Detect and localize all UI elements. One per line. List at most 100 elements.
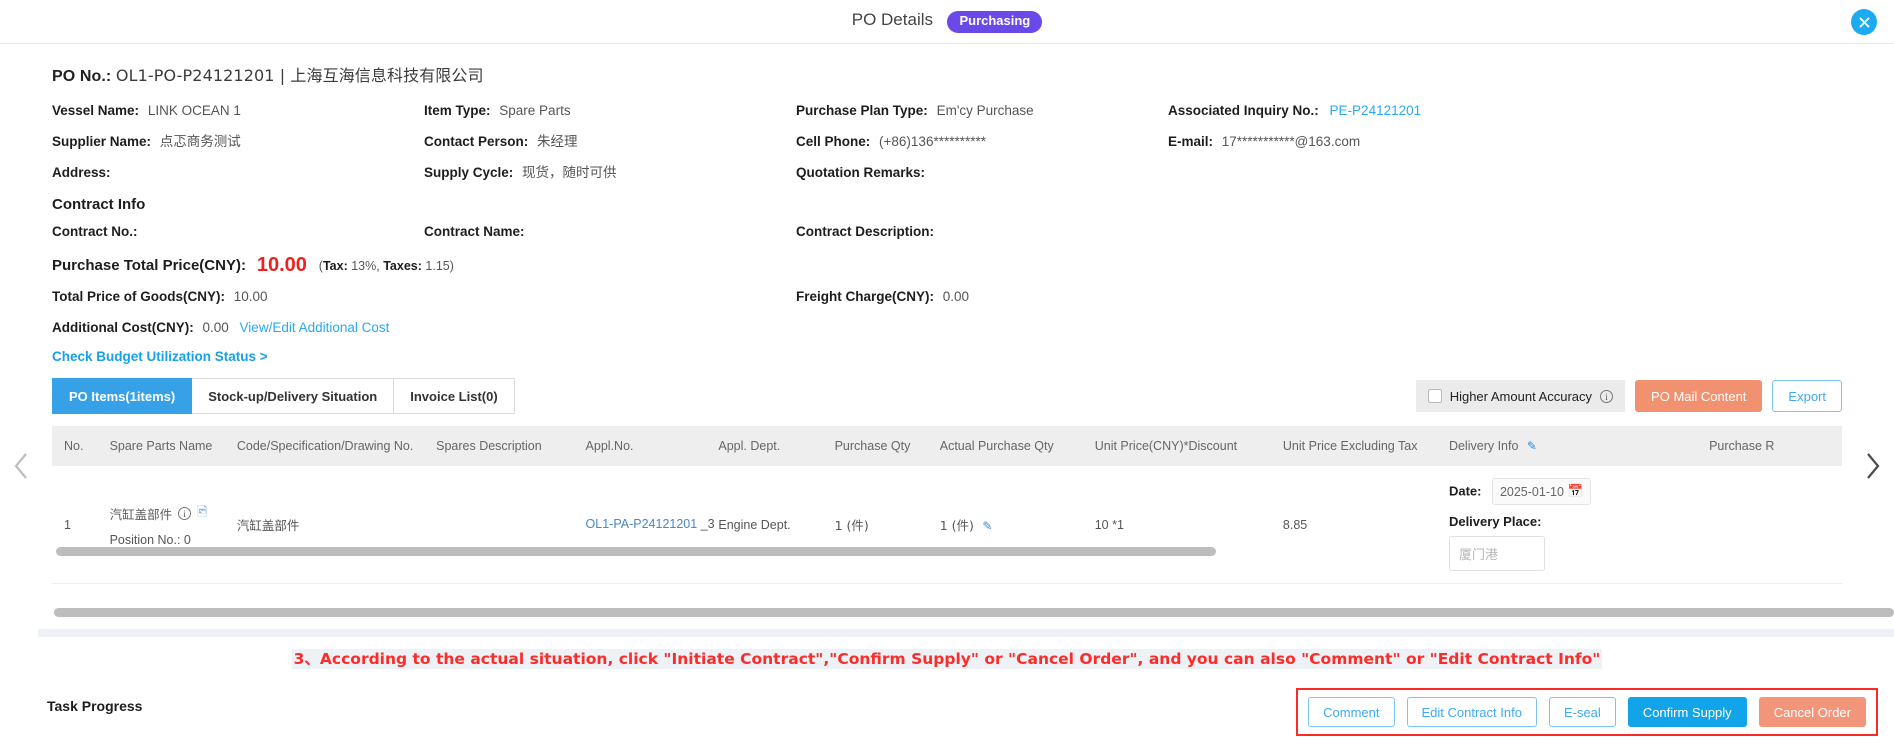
cell-appl-dept: Engine Dept.: [718, 466, 835, 584]
tax-value: 13%,: [351, 259, 380, 273]
field-label: Freight Charge(CNY):: [796, 289, 934, 304]
check-budget-utilization-link[interactable]: Check Budget Utilization Status >: [52, 349, 1842, 364]
col-delivery-info: Delivery Info ✎: [1448, 426, 1710, 466]
field-value: 0.00: [202, 320, 229, 335]
field-label: Contract Name:: [424, 224, 525, 239]
edit-pencil-icon[interactable]: ✎: [982, 519, 992, 533]
field-address: Address:: [52, 162, 424, 184]
tax-detail: (Tax: 13%, Taxes: 1.15): [318, 259, 454, 273]
status-badge: Purchasing: [947, 11, 1043, 33]
field-label: Total Price of Goods(CNY):: [52, 289, 226, 304]
cell-no: 1: [52, 466, 110, 584]
calendar-icon[interactable]: 📅: [1568, 484, 1584, 499]
tab-list: PO Items(1items) Stock-up/Delivery Situa…: [52, 378, 515, 414]
position-no-label: Position No.:: [109, 532, 181, 547]
comment-button[interactable]: Comment: [1308, 697, 1395, 727]
purchase-total-price-value: 10.00: [256, 254, 307, 276]
tab-po-items[interactable]: PO Items(1items): [52, 378, 193, 414]
cell-actual-purchase-qty: 1 (件) ✎: [939, 466, 1095, 584]
field-label: E-mail:: [1168, 134, 1214, 149]
tab-stockup-delivery-situation[interactable]: Stock-up/Delivery Situation: [192, 378, 395, 414]
col-code-spec-drawing-no: Code/Specification/Drawing No.: [236, 426, 437, 466]
edit-contract-info-button[interactable]: Edit Contract Info: [1406, 697, 1537, 727]
annotation-label: 3、According to the actual situation, cli…: [291, 649, 1603, 669]
position-no-line: Position No.: 0: [110, 533, 237, 547]
next-record-button[interactable]: [1858, 444, 1888, 488]
spare-parts-name-line: 汽缸盖部件 i 🖻: [110, 503, 237, 525]
field-value: 点忑商务测试: [159, 134, 241, 150]
chevron-right-icon: [1867, 453, 1880, 479]
image-icon[interactable]: 🖻: [197, 503, 207, 525]
field-value: 17***********@163.com: [1221, 134, 1361, 149]
contract-info-title: Contract Info: [52, 196, 146, 213]
field-spacer: [1168, 162, 1842, 184]
po-number-label: PO No.:: [52, 68, 112, 85]
field-email: E-mail: 17***********@163.com: [1168, 131, 1842, 153]
confirm-supply-button[interactable]: Confirm Supply: [1627, 697, 1747, 727]
sub-price-grid: Total Price of Goods(CNY): 10.00 Freight…: [52, 286, 1842, 308]
field-value: Spare Parts: [499, 103, 571, 118]
field-purchase-plan-type: Purchase Plan Type: Em'cy Purchase: [796, 100, 1168, 122]
contract-grid: Contract No.: Contract Name: Contract De…: [52, 221, 1842, 243]
close-button[interactable]: [1851, 9, 1877, 35]
field-contact-person: Contact Person: 朱经理: [424, 131, 796, 153]
info-circle-icon[interactable]: i: [178, 507, 192, 520]
edit-pencil-icon[interactable]: ✎: [1527, 439, 1537, 453]
higher-amount-accuracy-label: Higher Amount Accuracy: [1449, 388, 1593, 404]
field-value: (+86)136**********: [879, 134, 986, 149]
field-cell-phone: Cell Phone: (+86)136**********: [796, 131, 1168, 153]
footer-separator: [38, 629, 1894, 637]
spare-parts-name-value: 汽缸盖部件: [109, 507, 173, 522]
field-label: Supplier Name:: [52, 134, 152, 149]
delivery-date-value: 2025-01-10: [1499, 484, 1564, 499]
task-progress-label: Task Progress: [47, 698, 143, 714]
delivery-place-input[interactable]: 厦门港: [1448, 536, 1545, 571]
field-label: Associated Inquiry No.:: [1168, 103, 1319, 118]
table-horizontal-scrollbar[interactable]: [56, 547, 1216, 556]
delivery-date-label: Date:: [1448, 483, 1482, 499]
table-row[interactable]: 1 汽缸盖部件 i 🖻 Position No.: 0 汽缸盖部件 OL1-PA…: [52, 466, 1842, 584]
tab-invoice-list[interactable]: Invoice List(0): [394, 378, 515, 414]
col-spares-description: Spares Description: [436, 426, 586, 466]
col-purchase-remarks: Purchase R: [1709, 426, 1842, 466]
appl-no-link[interactable]: OL1-PA-P24121201: [586, 517, 698, 531]
annotation-text: 3、According to the actual situation, cli…: [0, 647, 1894, 669]
field-value: Em'cy Purchase: [936, 103, 1034, 118]
page-title: PO Details: [851, 10, 933, 30]
field-additional-cost: Additional Cost(CNY): 0.00 View/Edit Add…: [52, 317, 1842, 339]
col-actual-purchase-qty: Actual Purchase Qty: [939, 426, 1095, 466]
field-item-type: Item Type: Spare Parts: [424, 100, 796, 122]
col-no: No.: [52, 426, 110, 466]
position-no-value: 0: [183, 532, 191, 547]
info-circle-icon[interactable]: i: [1600, 389, 1614, 403]
higher-amount-accuracy-checkbox[interactable]: [1427, 389, 1442, 403]
appl-no-suffix: _3: [700, 517, 715, 531]
field-label: Contract Description:: [796, 224, 935, 239]
view-edit-additional-cost-link[interactable]: View/Edit Additional Cost: [240, 320, 390, 335]
field-label: Cell Phone:: [796, 134, 871, 149]
tabs-toolbar-row: PO Items(1items) Stock-up/Delivery Situa…: [52, 378, 1842, 414]
field-freight-charge: Freight Charge(CNY): 0.00: [796, 286, 1842, 308]
higher-amount-accuracy-toggle[interactable]: Higher Amount Accuracy i: [1415, 380, 1626, 412]
associated-inquiry-link[interactable]: PE-P24121201: [1330, 103, 1422, 118]
field-label: Address:: [52, 165, 111, 180]
field-value: 现货，随时可供: [522, 165, 617, 181]
cell-appl-no: OL1-PA-P24121201 _3: [585, 466, 719, 584]
delivery-date-input[interactable]: 2025-01-10 📅: [1491, 478, 1592, 505]
field-value: 朱经理: [537, 134, 578, 150]
actual-purchase-qty-value: 1 (件): [939, 518, 974, 533]
col-unit-price-discount: Unit Price(CNY)*Discount: [1094, 426, 1283, 466]
e-seal-button[interactable]: E-seal: [1548, 697, 1616, 727]
cell-unit-price-discount: 10 *1: [1094, 466, 1283, 584]
field-supplier-name: Supplier Name: 点忑商务测试: [52, 131, 424, 153]
page-horizontal-scrollbar[interactable]: [54, 608, 1894, 617]
po-items-table-area: No. Spare Parts Name Code/Specification/…: [52, 426, 1842, 584]
field-label: Vessel Name:: [52, 103, 140, 118]
prev-record-button[interactable]: [6, 444, 36, 488]
export-button[interactable]: Export: [1772, 380, 1842, 412]
po-mail-content-button[interactable]: PO Mail Content: [1635, 380, 1763, 412]
field-contract-name: Contract Name:: [424, 221, 796, 243]
cancel-order-button[interactable]: Cancel Order: [1758, 697, 1866, 727]
col-delivery-info-label: Delivery Info: [1448, 439, 1519, 453]
field-label: Quotation Remarks:: [796, 165, 926, 180]
